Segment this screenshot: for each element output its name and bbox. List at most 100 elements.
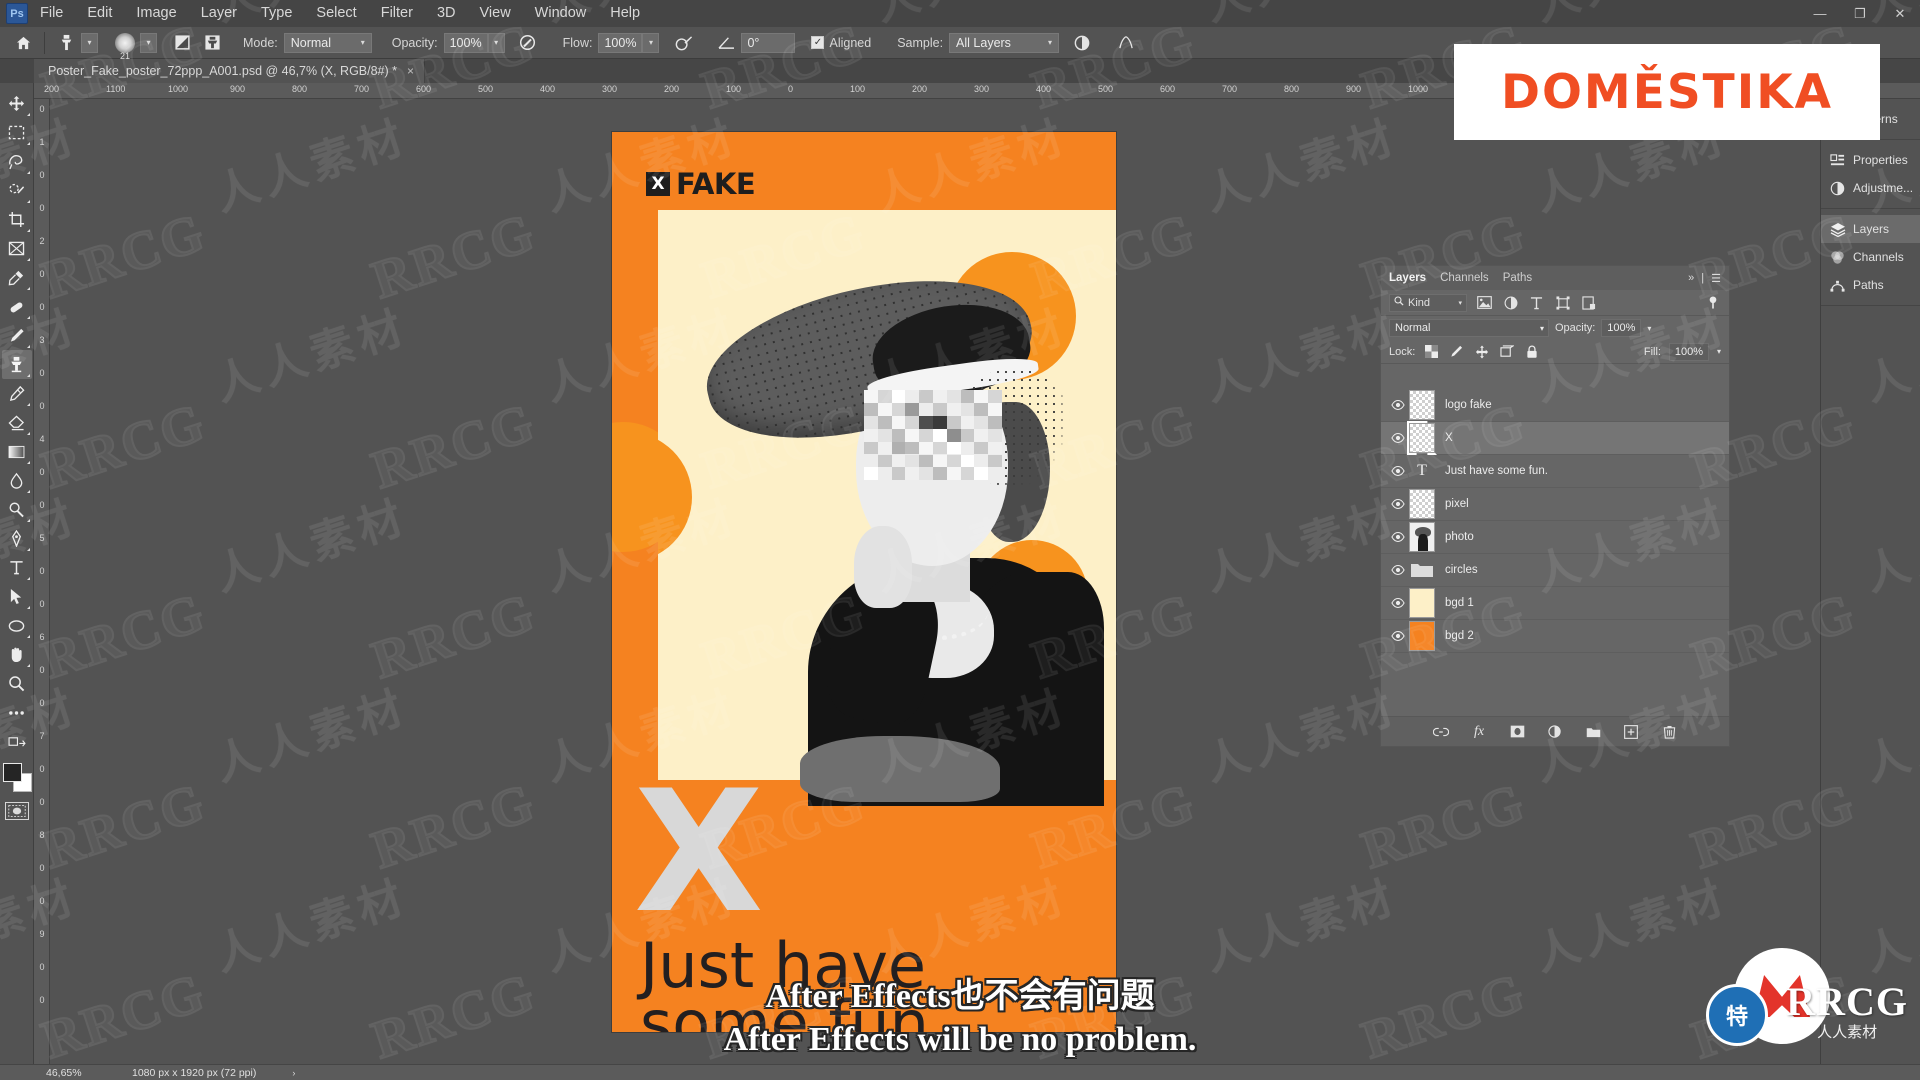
dock-item-channels[interactable]: Channels xyxy=(1821,243,1920,271)
dock-item-layers[interactable]: Layers xyxy=(1821,215,1920,243)
tab-paths[interactable]: Paths xyxy=(1503,272,1532,284)
menu-select[interactable]: Select xyxy=(304,0,368,27)
filter-toggle-icon[interactable] xyxy=(1704,294,1721,311)
layer-name[interactable]: bgd 1 xyxy=(1445,597,1474,609)
layer-row[interactable]: pixel xyxy=(1381,488,1729,521)
document-tab[interactable]: Poster_Fake_poster_72ppp_A001.psd @ 46,7… xyxy=(34,59,426,83)
zoom-level[interactable]: 46,65% xyxy=(46,1067,132,1079)
clone-stamp-tool[interactable] xyxy=(1,350,32,379)
eraser-tool[interactable] xyxy=(2,408,32,437)
link-layers-icon[interactable] xyxy=(1432,723,1450,741)
color-swatches[interactable] xyxy=(2,762,32,792)
layer-name[interactable]: circles xyxy=(1445,564,1478,576)
tool-preset-caret[interactable]: ▾ xyxy=(81,32,98,53)
spot-healing-brush-tool[interactable] xyxy=(2,292,32,321)
flow-caret-icon[interactable]: ▾ xyxy=(642,32,660,53)
panel-menu-icon[interactable]: ☰ xyxy=(1711,272,1721,285)
layer-name[interactable]: X xyxy=(1445,432,1453,444)
menu-help[interactable]: Help xyxy=(598,0,652,27)
eyedropper-tool[interactable] xyxy=(2,263,32,292)
pressure-opacity-icon[interactable] xyxy=(513,30,543,56)
airbrush-icon[interactable] xyxy=(669,30,699,56)
layer-visibility-icon[interactable] xyxy=(1387,400,1409,410)
canvas-area[interactable]: X X FAKE Just have some fun xyxy=(50,99,1560,1064)
horizontal-type-tool[interactable] xyxy=(2,553,32,582)
layer-thumbnail[interactable] xyxy=(1409,621,1435,651)
object-selection-tool[interactable] xyxy=(2,176,32,205)
menu-3d[interactable]: 3D xyxy=(425,0,468,27)
sample-select[interactable]: All Layers ▾ xyxy=(949,32,1060,53)
layer-name[interactable]: bgd 2 xyxy=(1445,630,1474,642)
gradient-tool[interactable] xyxy=(2,437,32,466)
layer-thumbnail[interactable] xyxy=(1409,588,1435,618)
layer-blend-mode-select[interactable]: Normal ▾ xyxy=(1389,319,1549,337)
dock-item-paths[interactable]: Paths xyxy=(1821,271,1920,299)
layer-visibility-icon[interactable] xyxy=(1387,565,1409,575)
shape-filter-icon[interactable] xyxy=(1554,294,1571,311)
layer-visibility-icon[interactable] xyxy=(1387,499,1409,509)
add-layer-style-icon[interactable]: fx xyxy=(1470,723,1488,741)
new-layer-icon[interactable] xyxy=(1622,723,1640,741)
new-adjustment-layer-icon[interactable] xyxy=(1546,723,1564,741)
dock-item-adjustments[interactable]: Adjustme... xyxy=(1821,174,1920,202)
add-layer-mask-icon[interactable] xyxy=(1508,723,1526,741)
maximize-button[interactable]: ❐ xyxy=(1840,0,1880,27)
brush-tool[interactable] xyxy=(2,321,32,350)
lasso-tool[interactable] xyxy=(2,147,32,176)
layer-thumbnail[interactable] xyxy=(1409,522,1435,552)
layer-name[interactable]: photo xyxy=(1445,531,1474,543)
ignore-adjustment-layers-icon[interactable] xyxy=(1067,30,1097,56)
new-group-icon[interactable] xyxy=(1584,723,1602,741)
tab-channels[interactable]: Channels xyxy=(1440,272,1489,284)
layer-name[interactable]: logo fake xyxy=(1445,399,1492,411)
lock-image-icon[interactable] xyxy=(1448,343,1465,360)
layer-thumbnail[interactable] xyxy=(1407,421,1437,455)
layer-visibility-icon[interactable] xyxy=(1387,631,1409,641)
hand-tool[interactable] xyxy=(2,640,32,669)
tab-layers[interactable]: Layers xyxy=(1389,272,1426,284)
layer-visibility-icon[interactable] xyxy=(1387,466,1409,476)
move-tool[interactable] xyxy=(2,89,32,118)
layers-panel[interactable]: Layers Channels Paths » | ☰ Kind ▾ Norma… xyxy=(1380,265,1730,747)
edit-toolbar-tool[interactable] xyxy=(2,698,32,727)
fill-value[interactable]: 100% xyxy=(1668,342,1709,361)
close-icon[interactable]: × xyxy=(407,64,414,78)
smartobject-filter-icon[interactable] xyxy=(1580,294,1597,311)
layer-row[interactable]: bgd 1 xyxy=(1381,587,1729,620)
menu-view[interactable]: View xyxy=(468,0,523,27)
collapse-panel-icon[interactable]: » xyxy=(1688,272,1694,284)
frame-tool[interactable] xyxy=(2,234,32,263)
adjustment-filter-icon[interactable] xyxy=(1502,294,1519,311)
lock-position-icon[interactable] xyxy=(1473,343,1490,360)
crop-tool[interactable] xyxy=(2,205,32,234)
layer-visibility-icon[interactable] xyxy=(1387,598,1409,608)
menu-file[interactable]: File xyxy=(28,0,75,27)
menu-image[interactable]: Image xyxy=(124,0,188,27)
menu-edit[interactable]: Edit xyxy=(75,0,124,27)
dodge-tool[interactable] xyxy=(2,495,32,524)
opacity-input[interactable]: 100% xyxy=(443,32,488,53)
delete-layer-icon[interactable] xyxy=(1660,723,1678,741)
lock-artboard-icon[interactable] xyxy=(1498,343,1515,360)
home-icon[interactable] xyxy=(8,30,38,56)
symmetry-icon[interactable] xyxy=(1111,30,1141,56)
path-selection-tool[interactable] xyxy=(2,582,32,611)
flow-input[interactable]: 100% xyxy=(598,32,643,53)
layer-row[interactable]: circles xyxy=(1381,554,1729,587)
opacity-caret-icon[interactable]: ▾ xyxy=(487,32,505,53)
lock-transparent-icon[interactable] xyxy=(1423,343,1440,360)
ellipse-tool[interactable] xyxy=(2,611,32,640)
clone-source-panel-icon[interactable] xyxy=(197,30,227,56)
layer-visibility-icon[interactable] xyxy=(1387,433,1409,443)
quick-mask-icon[interactable] xyxy=(4,802,29,820)
opacity-slider-caret-icon[interactable]: ▾ xyxy=(1647,324,1651,333)
dock-item-properties[interactable]: Properties xyxy=(1821,146,1920,174)
menu-window[interactable]: Window xyxy=(523,0,599,27)
foreground-color-swatch[interactable] xyxy=(2,763,22,782)
layer-thumbnail[interactable] xyxy=(1409,390,1435,420)
status-expand-icon[interactable]: › xyxy=(292,1068,295,1078)
type-filter-icon[interactable] xyxy=(1528,294,1545,311)
layer-row[interactable]: logo fake xyxy=(1381,389,1729,422)
menu-filter[interactable]: Filter xyxy=(369,0,425,27)
history-brush-tool[interactable] xyxy=(2,379,32,408)
